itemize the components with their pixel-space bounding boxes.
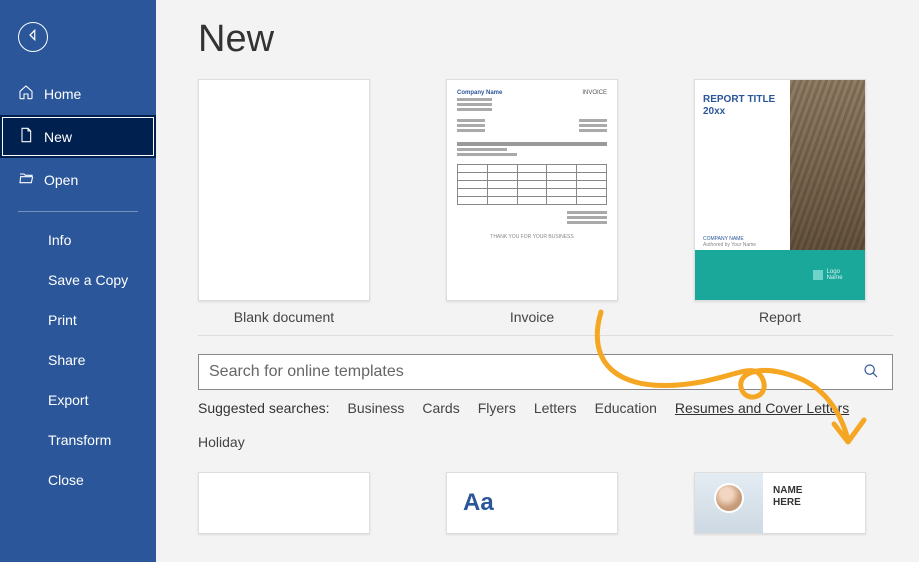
templates-row-2: Aa NAMEHERE [198, 472, 893, 534]
suggested-link-cards[interactable]: Cards [422, 400, 459, 416]
suggested-link-education[interactable]: Education [595, 400, 657, 416]
search-button[interactable] [853, 354, 889, 390]
report-title: REPORT TITLE [703, 94, 775, 105]
template-label: Invoice [510, 309, 554, 325]
page-title: New [198, 18, 893, 61]
template-thumbnail[interactable]: Aa [446, 472, 618, 534]
report-photo-placeholder [790, 80, 865, 250]
home-icon [18, 84, 34, 103]
sidebar-item-info[interactable]: Info [0, 220, 156, 260]
sidebar-item-label: New [44, 129, 72, 145]
sidebar-item-share[interactable]: Share [0, 340, 156, 380]
invoice-footer: THANK YOU FOR YOUR BUSINESS [457, 234, 607, 240]
suggested-link-flyers[interactable]: Flyers [478, 400, 516, 416]
search-wrap [198, 354, 893, 390]
sidebar-item-new[interactable]: New [0, 115, 156, 158]
sidebar-item-close[interactable]: Close [0, 460, 156, 500]
template-label: Report [759, 309, 801, 325]
search-icon [863, 363, 879, 382]
sidebar-item-label: Open [44, 172, 78, 188]
template-label: Blank document [234, 309, 334, 325]
template-report[interactable]: REPORT TITLE20xx COMPANY NAMEAuthored by… [694, 79, 866, 325]
template-thumbnail: Company Name INVOICE THANK YOU FOR YOUR B… [446, 79, 618, 301]
sidebar-item-save-a-copy[interactable]: Save a Copy [0, 260, 156, 300]
suggested-searches: Suggested searches: Business Cards Flyer… [198, 400, 893, 450]
aa-text: Aa [463, 489, 494, 516]
suggested-link-resumes[interactable]: Resumes and Cover Letters [675, 400, 849, 416]
sidebar-item-print[interactable]: Print [0, 300, 156, 340]
template-thumbnail [198, 79, 370, 301]
template-invoice[interactable]: Company Name INVOICE THANK YOU FOR YOUR B… [446, 79, 618, 325]
main-panel: New Blank document Company Name INVOICE T… [156, 0, 919, 562]
template-thumbnail[interactable]: NAMEHERE [694, 472, 866, 534]
back-button[interactable] [18, 22, 48, 52]
suggested-link-letters[interactable]: Letters [534, 400, 577, 416]
suggested-link-business[interactable]: Business [348, 400, 405, 416]
search-input[interactable] [198, 354, 893, 390]
report-author: Authored by Your Name [703, 242, 756, 248]
invoice-word: INVOICE [582, 90, 607, 96]
sidebar-item-open[interactable]: Open [0, 158, 156, 201]
section-divider [198, 335, 893, 336]
report-logo-text: Logo Name [827, 269, 843, 281]
featured-templates-row: Blank document Company Name INVOICE THANK… [198, 79, 893, 325]
report-year: 20xx [703, 106, 725, 117]
logo-icon [813, 270, 823, 280]
template-thumbnail: REPORT TITLE20xx COMPANY NAMEAuthored by… [694, 79, 866, 301]
sidebar-item-transform[interactable]: Transform [0, 420, 156, 460]
sidebar: Home New Open Info Save a Copy Print Sha… [0, 0, 156, 562]
suggested-link-holiday[interactable]: Holiday [198, 434, 245, 450]
sidebar-item-home[interactable]: Home [0, 72, 156, 115]
template-thumbnail[interactable] [198, 472, 370, 534]
template-blank-document[interactable]: Blank document [198, 79, 370, 325]
sidebar-item-label: Home [44, 86, 81, 102]
folder-open-icon [18, 170, 34, 189]
resume-name-line2: HERE [773, 497, 802, 509]
back-arrow-icon [26, 28, 40, 47]
invoice-company-name: Company Name [457, 90, 502, 96]
suggested-label: Suggested searches: [198, 400, 330, 416]
avatar-icon [714, 483, 744, 513]
file-icon [18, 127, 34, 146]
sidebar-item-export[interactable]: Export [0, 380, 156, 420]
resume-name-line1: NAME [773, 485, 802, 497]
sidebar-divider [18, 211, 138, 212]
